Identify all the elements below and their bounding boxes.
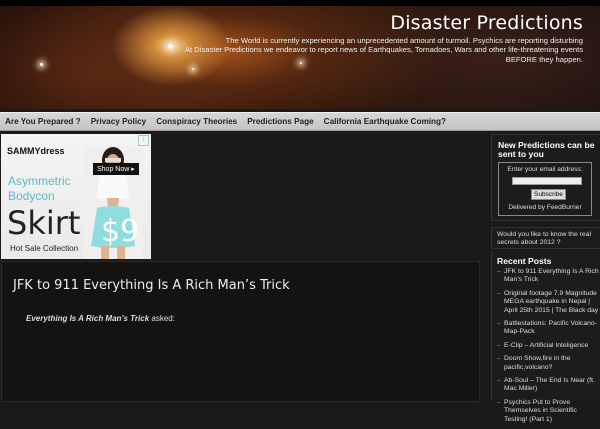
email-label: Enter your email address:: [507, 166, 583, 173]
site-header: Disaster Predictions The World is curren…: [0, 6, 600, 109]
ad-footer: Hot Sale Collection: [10, 244, 79, 253]
recent-post-link[interactable]: Doom Show,fire in the pacific,volcano?: [497, 355, 599, 372]
subscribe-widget: New Predictions can be sent to you Enter…: [491, 134, 600, 221]
post-meta: Everything Is A Rich Man’s Trick asked:: [26, 314, 175, 323]
recent-post-link[interactable]: Ab-Soul – The End Is Near (ft. Mac Mille…: [497, 377, 599, 394]
post-title[interactable]: JFK to 911 Everything Is A Rich Man’s Tr…: [13, 278, 290, 293]
main-nav: Are You Prepared ? Privacy Policy Conspi…: [0, 112, 600, 131]
star-decoration: [192, 68, 194, 70]
post-author: Everything Is A Rich Man’s Trick: [26, 314, 150, 323]
recent-posts-list: JFK to 911 Everything Is A Rich Man’s Tr…: [497, 268, 599, 429]
secret-link[interactable]: Would you like to know the real secrets …: [497, 231, 597, 247]
nav-item-california-earthquake[interactable]: California Earthquake Coming?: [319, 117, 451, 126]
post-article: JFK to 911 Everything Is A Rich Man’s Tr…: [1, 261, 480, 402]
ad-headline: Skirt: [7, 204, 81, 242]
subscribe-form: Enter your email address: Subscribe Deli…: [498, 162, 592, 216]
recent-post-link[interactable]: JFK to 911 Everything Is A Rich Man’s Tr…: [497, 268, 599, 285]
site-tagline: The World is currently experiencing an u…: [163, 36, 583, 64]
site-title[interactable]: Disaster Predictions: [390, 12, 583, 34]
recent-posts-widget: Recent Posts JFK to 911 Everything Is A …: [491, 252, 600, 423]
delivered-by: Delivered by FeedBurner: [508, 204, 582, 211]
tagline-line: BEFORE they happen.: [505, 54, 583, 64]
ad-headline: Bodycon: [8, 189, 55, 203]
ad-shop-now-button[interactable]: Shop Now ▸: [93, 163, 139, 175]
subscribe-button[interactable]: Subscribe: [531, 189, 566, 200]
advertisement-banner[interactable]: i SAMMYdress Asymmetric Bodycon Skirt Ho…: [1, 134, 151, 259]
nav-item-privacy-policy[interactable]: Privacy Policy: [86, 117, 152, 126]
tagline-line: At Disaster Predictions we endeavor to r…: [184, 45, 583, 55]
recent-post-link[interactable]: Original footage 7.9 Magnitude MEGA eart…: [497, 290, 599, 315]
email-field[interactable]: [512, 177, 582, 185]
recent-post-link[interactable]: E-Clip – Artificial Inteligence: [497, 342, 599, 351]
recent-post-link[interactable]: Psychics Put to Prove Themselves in Scie…: [497, 399, 599, 424]
ad-price: $9: [101, 214, 140, 249]
recent-posts-title: Recent Posts: [497, 256, 552, 266]
subscribe-title: New Predictions can be sent to you: [498, 140, 595, 159]
recent-post-link[interactable]: Battlestations: Pacific Volcano-Map-Pack: [497, 320, 599, 337]
star-decoration: [40, 63, 43, 66]
nav-item-are-you-prepared[interactable]: Are You Prepared ?: [0, 117, 86, 126]
nav-item-predictions-page[interactable]: Predictions Page: [242, 117, 318, 126]
ad-headline: Asymmetric: [8, 174, 71, 188]
secret-widget[interactable]: Would you like to know the real secrets …: [491, 227, 600, 249]
ad-brand: SAMMYdress: [7, 146, 65, 156]
nav-item-conspiracy-theories[interactable]: Conspiracy Theories: [151, 117, 242, 126]
tagline-line: The World is currently experiencing an u…: [225, 36, 583, 45]
ad-info-icon[interactable]: i: [138, 135, 149, 146]
post-meta-suffix: asked:: [151, 314, 175, 323]
